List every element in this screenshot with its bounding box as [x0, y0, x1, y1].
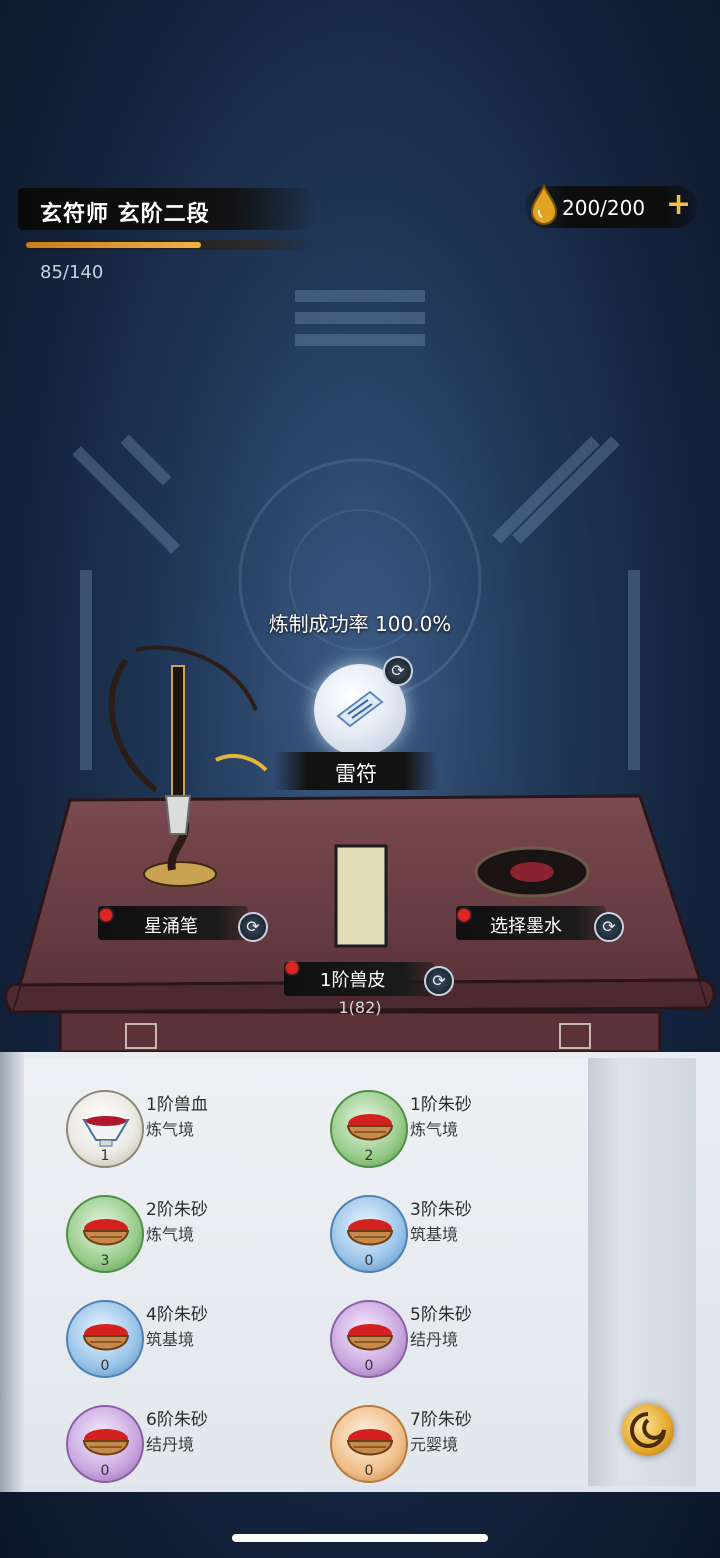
material-realm: 元婴境: [410, 1435, 459, 1454]
material-count: 0: [364, 1358, 374, 1374]
material-name: 7阶朱砂: [410, 1410, 472, 1430]
brush-alert-dot: [100, 909, 112, 921]
material-item[interactable]: 3 2阶朱砂炼气境: [66, 1195, 306, 1287]
brush-decoration: [108, 645, 268, 835]
paper-alert-dot: [286, 962, 298, 974]
material-count: 1: [100, 1148, 110, 1164]
oil-drop-icon: [530, 184, 558, 225]
material-item[interactable]: 0 4阶朱砂筑基境: [66, 1300, 306, 1392]
cinnabar-bowl-icon: [346, 1219, 394, 1246]
rank-title: 玄符师 玄阶二段: [40, 202, 210, 227]
material-realm: 筑基境: [410, 1225, 459, 1244]
material-realm: 结丹境: [146, 1435, 195, 1454]
material-name: 1阶朱砂: [410, 1095, 472, 1115]
cinnabar-bowl-icon: [82, 1219, 130, 1246]
material-name: 3阶朱砂: [410, 1200, 472, 1220]
talisman-scroll-icon: [336, 690, 384, 728]
paper-count: 1(82): [338, 998, 382, 1017]
blood-bowl-icon: [82, 1116, 130, 1147]
ink-label: 选择墨水: [490, 916, 562, 937]
material-name: 1阶兽血: [146, 1095, 208, 1115]
material-count: 0: [364, 1463, 374, 1479]
material-count: 0: [100, 1463, 110, 1479]
brush-refresh-icon[interactable]: ⟳: [238, 912, 268, 942]
add-energy-button[interactable]: +: [666, 190, 691, 220]
book-edge: [0, 1052, 24, 1492]
success-rate-text: 炼制成功率 100.0%: [268, 612, 452, 636]
material-item[interactable]: 0 7阶朱砂元婴境: [330, 1405, 570, 1497]
swirl-icon[interactable]: [622, 1404, 674, 1456]
cinnabar-bowl-icon: [82, 1429, 130, 1456]
exp-text: 85/140: [40, 262, 104, 283]
cinnabar-bowl-icon: [346, 1429, 394, 1456]
material-realm: 炼气境: [410, 1120, 459, 1139]
exp-bar-fill: [26, 242, 201, 248]
material-realm: 筑基境: [146, 1330, 195, 1349]
cinnabar-bowl-icon: [346, 1324, 394, 1351]
paper-refresh-icon[interactable]: ⟳: [424, 966, 454, 996]
refresh-icon[interactable]: ⟳: [383, 656, 413, 686]
material-realm: 炼气境: [146, 1225, 195, 1244]
material-count: 3: [100, 1253, 110, 1269]
home-indicator[interactable]: [232, 1534, 488, 1542]
energy-value: 200/200: [562, 196, 646, 220]
material-realm: 炼气境: [146, 1120, 195, 1139]
material-realm: 结丹境: [410, 1330, 459, 1349]
material-item[interactable]: 2 1阶朱砂炼气境: [330, 1090, 570, 1182]
material-count: 2: [364, 1148, 374, 1164]
material-item[interactable]: 0 6阶朱砂结丹境: [66, 1405, 306, 1497]
material-count: 0: [364, 1253, 374, 1269]
material-name: 6阶朱砂: [146, 1410, 208, 1430]
material-item[interactable]: 0 3阶朱砂筑基境: [330, 1195, 570, 1287]
ink-refresh-icon[interactable]: ⟳: [594, 912, 624, 942]
material-item[interactable]: 0 5阶朱砂结丹境: [330, 1300, 570, 1392]
material-name: 4阶朱砂: [146, 1305, 208, 1325]
material-count: 0: [100, 1358, 110, 1374]
material-name: 5阶朱砂: [410, 1305, 472, 1325]
ink-alert-dot: [458, 909, 470, 921]
cinnabar-bowl-icon: [346, 1114, 394, 1141]
paper-label: 1阶兽皮: [320, 970, 386, 991]
brush-label: 星涌笔: [144, 916, 198, 937]
material-item[interactable]: 1 1阶兽血炼气境: [66, 1090, 306, 1182]
cinnabar-bowl-icon: [82, 1324, 130, 1351]
material-name: 2阶朱砂: [146, 1200, 208, 1220]
